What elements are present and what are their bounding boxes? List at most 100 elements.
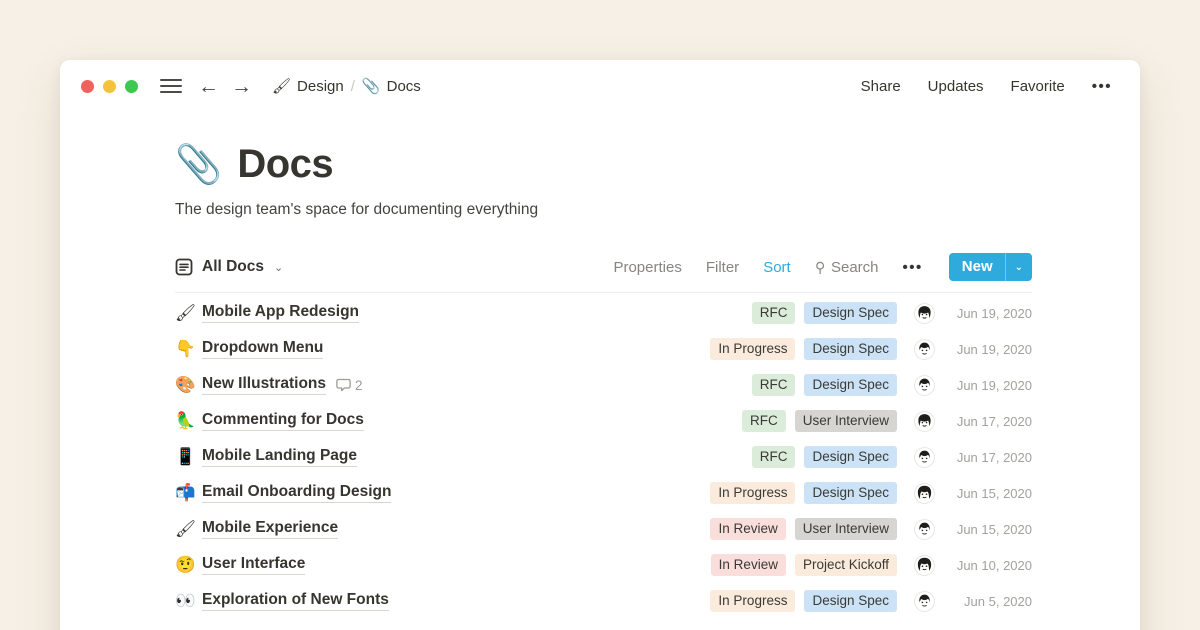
avatar[interactable] (914, 519, 935, 540)
tag-in-progress: In Progress (710, 482, 795, 504)
doc-row: 🖌 Mobile App Redesign RFCDesign Spec Jun… (175, 295, 1032, 331)
doc-title-link[interactable]: User Interface (202, 555, 305, 575)
search-label: Search (831, 259, 879, 276)
tag-design-spec: Design Spec (804, 374, 897, 396)
doc-emoji-icon: 📬 (175, 485, 202, 502)
doc-title-link[interactable]: Commenting for Docs (202, 411, 364, 431)
tag-rfc: RFC (752, 374, 796, 396)
search-button[interactable]: ⚲ Search (815, 259, 879, 276)
favorite-button[interactable]: Favorite (1011, 78, 1065, 95)
avatar[interactable] (914, 303, 935, 324)
minimize-window-icon[interactable] (103, 80, 116, 93)
doc-title-link[interactable]: New Illustrations (202, 375, 326, 395)
doc-title-link[interactable]: Dropdown Menu (202, 339, 323, 359)
tag-rfc: RFC (752, 302, 796, 324)
doc-list: 🖌 Mobile App Redesign RFCDesign Spec Jun… (175, 295, 1032, 619)
avatar[interactable] (914, 591, 935, 612)
page-header: 📎 Docs (175, 142, 1032, 187)
doc-tags: In ReviewProject Kickoff (711, 554, 897, 576)
view-selector[interactable]: All Docs ⌄ (175, 258, 283, 276)
doc-date: Jun 17, 2020 (948, 414, 1032, 429)
doc-emoji-icon: 👀 (175, 593, 202, 610)
doc-emoji-icon: 👇 (175, 341, 202, 358)
search-icon: ⚲ (815, 259, 825, 276)
zoom-window-icon[interactable] (125, 80, 138, 93)
doc-tags: In Progress Design Spec (710, 338, 897, 360)
tag-in-progress: In Progress (710, 590, 795, 612)
doc-emoji-icon: 📱 (175, 449, 202, 466)
chevron-down-icon: ⌄ (274, 261, 283, 274)
breadcrumb-label: Design (297, 78, 344, 95)
page-content: 📎 Docs The design team's space for docum… (60, 142, 1140, 619)
breadcrumb-label: Docs (387, 78, 421, 95)
tag-in-review: In Review (710, 518, 785, 540)
breadcrumb: 🖌 Design / 📎 Docs (272, 77, 421, 95)
view-label: All Docs (202, 258, 264, 276)
new-button-label: New (949, 253, 1005, 281)
doc-date: Jun 10, 2020 (948, 558, 1032, 573)
avatar[interactable] (914, 483, 935, 504)
doc-title-link[interactable]: Mobile Landing Page (202, 447, 357, 467)
comment-count: 2 (355, 378, 363, 393)
doc-tags: In Progress Design Spec (710, 590, 897, 612)
tag-design-spec: Design Spec (804, 482, 897, 504)
new-button-caret-icon[interactable]: ⌄ (1005, 253, 1032, 281)
view-toolbar: All Docs ⌄ Properties Filter Sort ⚲ Sear… (175, 253, 1032, 293)
avatar[interactable] (914, 555, 935, 576)
window-topbar: ← → 🖌 Design / 📎 Docs Share Updates Favo… (60, 60, 1140, 104)
traffic-lights (81, 80, 138, 93)
doc-tags: In Progress Design Spec (710, 482, 897, 504)
tag-in-progress: In Progress (710, 338, 795, 360)
comment-count-badge[interactable]: 2 (336, 378, 363, 393)
share-button[interactable]: Share (861, 78, 901, 95)
breadcrumb-docs[interactable]: 📎 Docs (362, 77, 421, 95)
forward-arrow-icon[interactable]: → (231, 76, 252, 97)
doc-tags: In Review User Interview (710, 518, 897, 540)
doc-title-link[interactable]: Exploration of New Fonts (202, 591, 389, 611)
menu-icon[interactable] (160, 75, 182, 97)
page-subtitle: The design team's space for documenting … (175, 201, 1032, 219)
avatar[interactable] (914, 411, 935, 432)
tag-rfc: RFC (742, 410, 786, 432)
tag-design-spec: Design Spec (804, 338, 897, 360)
doc-date: Jun 15, 2020 (948, 522, 1032, 537)
page-title: Docs (237, 142, 333, 187)
avatar[interactable] (914, 375, 935, 396)
doc-row: 📱 Mobile Landing Page RFCDesign Spec Jun… (175, 439, 1032, 475)
avatar[interactable] (914, 339, 935, 360)
doc-tags: RFCDesign Spec (752, 446, 897, 468)
tag-design-spec: Design Spec (804, 590, 897, 612)
tag-design-spec: Design Spec (804, 446, 897, 468)
new-button[interactable]: New ⌄ (949, 253, 1032, 281)
doc-row: 🖌 Mobile Experience In ReviewUser Interv… (175, 511, 1032, 547)
tag-in-review: In Review (711, 554, 786, 576)
doc-title-link[interactable]: Mobile Experience (202, 519, 338, 539)
doc-emoji-icon: 🖌 (175, 305, 202, 322)
doc-row: 👇 Dropdown Menu In ProgressDesign Spec J… (175, 331, 1032, 367)
comment-bubble-icon (336, 378, 351, 392)
sort-button[interactable]: Sort (763, 259, 791, 276)
more-options-icon[interactable]: ••• (1092, 78, 1112, 95)
tag-design-spec: Design Spec (804, 302, 897, 324)
list-view-icon (175, 258, 193, 276)
page-paperclip-icon[interactable]: 📎 (175, 146, 222, 184)
back-arrow-icon[interactable]: ← (198, 76, 219, 97)
filter-button[interactable]: Filter (706, 259, 739, 276)
close-window-icon[interactable] (81, 80, 94, 93)
doc-title-link[interactable]: Mobile App Redesign (202, 303, 359, 323)
avatar[interactable] (914, 447, 935, 468)
doc-date: Jun 5, 2020 (948, 594, 1032, 609)
topbar-actions: Share Updates Favorite ••• (861, 78, 1112, 95)
doc-title-link[interactable]: Email Onboarding Design (202, 483, 391, 503)
doc-date: Jun 17, 2020 (948, 450, 1032, 465)
paintbrush-icon: 🖌 (272, 77, 291, 95)
doc-date: Jun 19, 2020 (948, 378, 1032, 393)
doc-emoji-icon: 🎨 (175, 377, 202, 394)
doc-row: 👀 Exploration of New Fonts In Progress De… (175, 583, 1032, 619)
doc-date: Jun 15, 2020 (948, 486, 1032, 501)
view-more-icon[interactable]: ••• (903, 259, 923, 276)
updates-button[interactable]: Updates (928, 78, 984, 95)
breadcrumb-design[interactable]: 🖌 Design (272, 77, 344, 95)
properties-button[interactable]: Properties (613, 259, 681, 276)
tag-user-interview: User Interview (795, 518, 897, 540)
